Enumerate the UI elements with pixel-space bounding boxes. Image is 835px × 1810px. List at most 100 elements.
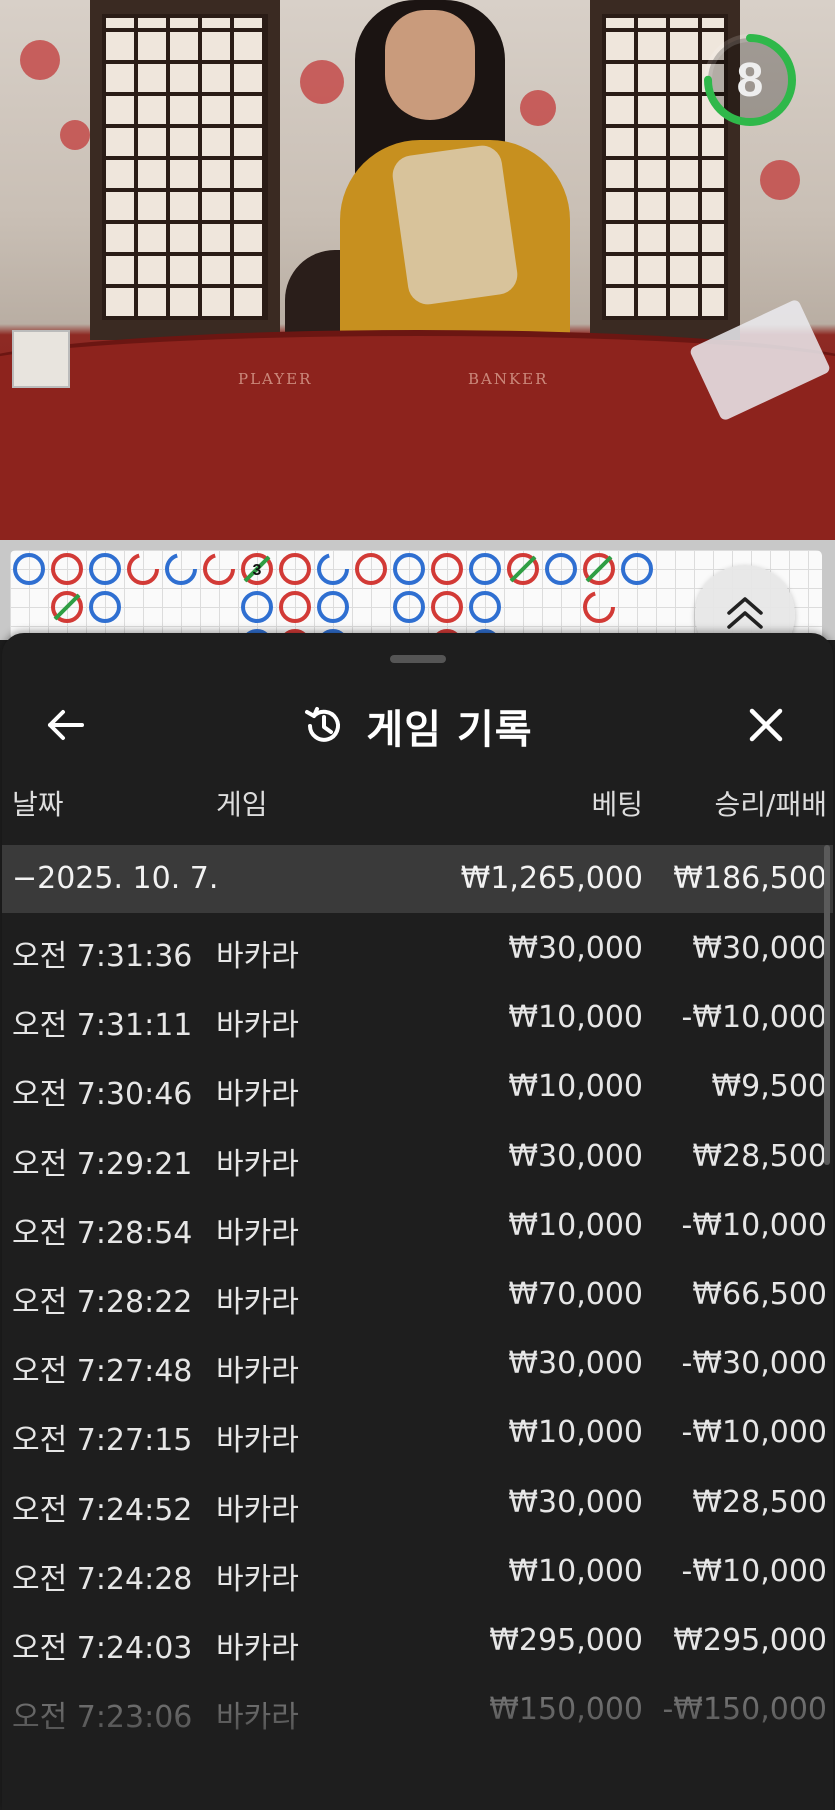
row-time: 오전 7:30:46 [12, 1077, 193, 1113]
row-time: 오전 7:31:36 [12, 939, 193, 974]
row-bet: ₩10,000 [508, 1069, 643, 1105]
player-mark [317, 591, 349, 623]
row-result: -₩10,000 [681, 1553, 827, 1589]
column-header-bet: 베팅 [591, 788, 643, 821]
row-bet: ₩30,000 [508, 1346, 643, 1382]
row-bet: ₩10,000 [508, 1000, 643, 1036]
row-game: 바카라 [216, 1492, 299, 1528]
player-mark [241, 591, 273, 623]
row-bet: ₩150,000 [489, 1692, 643, 1728]
player-mark [89, 553, 121, 585]
column-header-game: 게임 [216, 788, 268, 821]
row-game: 바카라 [216, 1631, 299, 1666]
row-time: 오전 7:28:54 [12, 1215, 193, 1251]
sheet-title: 게임 기록 [2, 697, 833, 755]
timer-value: 8 [736, 53, 764, 107]
row-result: ₩28,500 [692, 1138, 827, 1174]
row-time: 오전 7:29:21 [12, 1146, 193, 1182]
row-game: 바카라 [216, 939, 299, 974]
column-header-win-loss: 승리/패배 [714, 788, 827, 821]
row-bet: ₩10,000 [508, 1553, 643, 1589]
player-mark [545, 553, 577, 585]
round-timer: 8 [700, 30, 800, 130]
row-result: -₩30,000 [681, 1346, 827, 1382]
row-game: 바카라 [216, 1077, 299, 1113]
history-icon [305, 707, 341, 742]
history-row[interactable]: 오전 7:27:15 바카라 ₩10,000 -₩10,000 [2, 1397, 833, 1466]
history-row[interactable]: 오전 7:27:48 바카라 ₩30,000 -₩30,000 [2, 1328, 833, 1397]
banker-mark [127, 553, 159, 585]
player-mark [317, 553, 349, 585]
date-group-label: −2025. 10. 7. [12, 861, 219, 896]
lattice-screen-left [90, 0, 280, 340]
row-time: 오전 7:23:06 [12, 1700, 193, 1736]
banker-mark [583, 591, 615, 623]
player-mark [89, 591, 121, 623]
date-group-bet-total: ₩1,265,000 [460, 861, 643, 896]
banker-mark [431, 553, 463, 585]
row-game: 바카라 [216, 1215, 299, 1251]
row-game: 바카라 [216, 1146, 299, 1182]
row-result: -₩10,000 [681, 1000, 827, 1036]
row-time: 오전 7:27:15 [12, 1423, 193, 1459]
player-mark [469, 553, 501, 585]
history-row[interactable]: 오전 7:24:52 바카라 ₩30,000 ₩28,500 [2, 1467, 833, 1536]
svg-text:3: 3 [253, 562, 262, 579]
row-result: ₩30,000 [692, 931, 827, 966]
history-row[interactable]: 오전 7:23:06 바카라 ₩150,000 -₩150,000 [2, 1674, 833, 1743]
banker-mark [355, 553, 387, 585]
sheet-header: 게임 기록 [2, 673, 833, 773]
game-history-sheet: 게임 기록 날짜 게임 베팅 승리/패배 −2025. 10. 7. ₩1,26… [2, 633, 833, 1810]
banker-mark [203, 553, 235, 585]
row-time: 오전 7:24:52 [12, 1492, 193, 1528]
row-result: -₩150,000 [662, 1692, 827, 1728]
row-game: 바카라 [216, 1008, 299, 1044]
banker-mark [279, 591, 311, 623]
row-bet: ₩70,000 [508, 1277, 643, 1312]
history-row[interactable]: 오전 7:28:22 바카라 ₩70,000 ₩66,500 [2, 1259, 833, 1328]
tie-mark [507, 553, 539, 585]
row-game: 바카라 [216, 1561, 299, 1597]
row-game: 바카라 [216, 1285, 299, 1320]
row-bet: ₩30,000 [508, 1484, 643, 1520]
row-bet: ₩30,000 [508, 931, 643, 966]
history-row[interactable]: 오전 7:28:54 바카라 ₩10,000 -₩10,000 [2, 1190, 833, 1259]
row-time: 오전 7:27:48 [12, 1354, 193, 1390]
player-mark [393, 591, 425, 623]
date-group-win-loss-total: ₩186,500 [673, 861, 827, 896]
row-result: ₩9,500 [711, 1069, 827, 1105]
row-bet: ₩10,000 [508, 1415, 643, 1451]
row-game: 바카라 [216, 1700, 299, 1736]
table-header: 날짜 게임 베팅 승리/패배 [2, 783, 833, 843]
row-game: 바카라 [216, 1423, 299, 1459]
sheet-grab-handle[interactable] [390, 655, 446, 663]
history-row[interactable]: 오전 7:29:21 바카라 ₩30,000 ₩28,500 [2, 1121, 833, 1190]
row-bet: ₩30,000 [508, 1138, 643, 1174]
history-row[interactable]: 오전 7:30:46 바카라 ₩10,000 ₩9,500 [2, 1051, 833, 1120]
row-game: 바카라 [216, 1354, 299, 1390]
row-time: 오전 7:24:28 [12, 1561, 193, 1597]
row-time: 오전 7:31:11 [12, 1008, 193, 1044]
sheet-title-text: 게임 기록 [366, 707, 533, 753]
player-mark [13, 553, 45, 585]
history-row[interactable]: 오전 7:24:03 바카라 ₩295,000 ₩295,000 [2, 1605, 833, 1674]
player-mark [621, 553, 653, 585]
tie-mark [583, 553, 615, 585]
banker-mark [279, 553, 311, 585]
row-result: ₩295,000 [673, 1623, 827, 1658]
tie-mark [51, 591, 83, 623]
scrollbar[interactable] [824, 845, 830, 1165]
card-deck [12, 330, 70, 388]
banker-mark [431, 591, 463, 623]
chevron-up-double-icon [727, 597, 763, 629]
player-mark [469, 591, 501, 623]
history-row[interactable]: 오전 7:24:28 바카라 ₩10,000 -₩10,000 [2, 1536, 833, 1605]
row-bet: ₩295,000 [489, 1623, 643, 1658]
date-group-row[interactable]: −2025. 10. 7. ₩1,265,000 ₩186,500 [2, 845, 833, 913]
row-result: ₩66,500 [692, 1277, 827, 1312]
close-button[interactable] [742, 701, 790, 749]
history-row[interactable]: 오전 7:31:36 바카라 ₩30,000 ₩30,000 [2, 913, 833, 982]
history-row[interactable]: 오전 7:31:11 바카라 ₩10,000 -₩10,000 [2, 982, 833, 1051]
felt-label-player: PLAYER [238, 370, 313, 388]
column-header-date: 날짜 [12, 788, 64, 821]
